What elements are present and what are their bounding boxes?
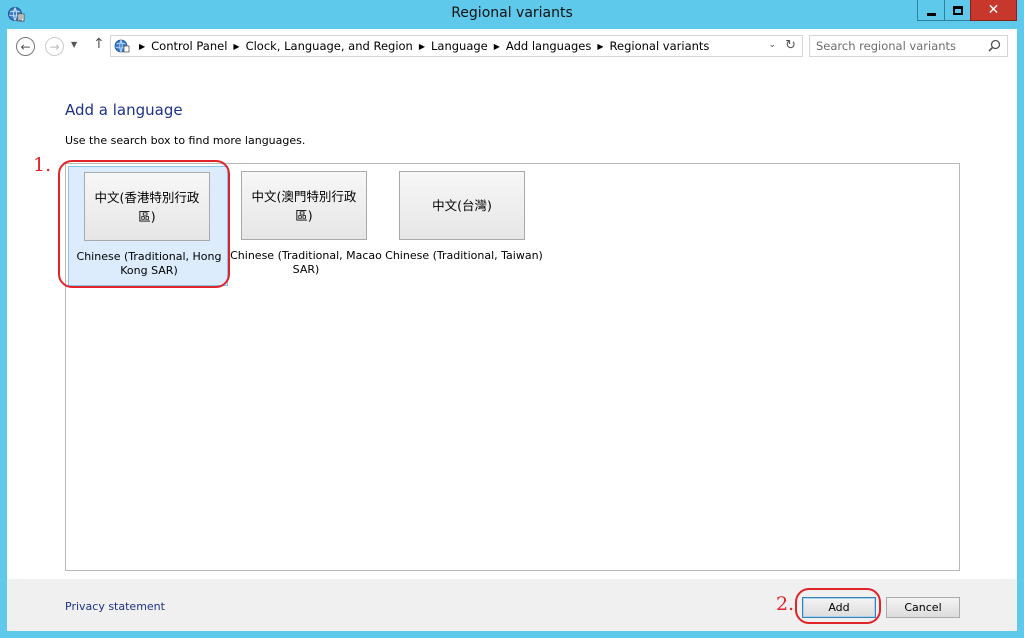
minimize-icon — [926, 12, 936, 16]
title-bar: Regional variants ✕ — [0, 0, 1024, 28]
language-english-name: Chinese (Traditional, Macao SAR) — [230, 249, 382, 276]
breadcrumb-language[interactable]: Language — [431, 39, 488, 53]
breadcrumb-separator-icon[interactable]: ▶ — [233, 42, 239, 51]
forward-arrow-icon: → — [49, 39, 60, 54]
up-button[interactable]: ↑ — [93, 36, 105, 52]
search-icon[interactable] — [988, 39, 1001, 52]
step-2-annotation: 2. — [776, 593, 795, 615]
control-panel-icon — [114, 39, 130, 53]
breadcrumb-separator-icon[interactable]: ▶ — [494, 42, 500, 51]
search-input[interactable] — [816, 39, 981, 53]
page-title: Add a language — [65, 101, 183, 119]
language-tile-macao[interactable]: 中文(澳門特別行政區) Chinese (Traditional, Macao … — [226, 166, 386, 286]
breadcrumb-separator-icon[interactable]: ▶ — [139, 42, 145, 51]
window-title: Regional variants — [451, 5, 573, 21]
language-tile-taiwan[interactable]: 中文(台灣) Chinese (Traditional, Taiwan) — [384, 166, 544, 286]
language-english-name: Chinese (Traditional, Taiwan) — [385, 249, 543, 262]
search-box[interactable] — [809, 35, 1008, 57]
up-arrow-icon: ↑ — [93, 36, 105, 52]
breadcrumb-clock-language-region[interactable]: Clock, Language, and Region — [246, 39, 413, 53]
step-2-highlight-ring — [795, 588, 881, 624]
breadcrumb-control-panel[interactable]: Control Panel — [151, 39, 227, 53]
maximize-button[interactable] — [944, 0, 971, 21]
navigation-bar: ← → ▼ ↑ ▶ Control Panel ▶ Clock, Languag… — [7, 29, 1017, 63]
recent-locations-dropdown[interactable]: ▼ — [71, 40, 77, 49]
breadcrumb: ▶ Control Panel ▶ Clock, Language, and R… — [133, 39, 709, 53]
breadcrumb-regional-variants[interactable]: Regional variants — [610, 39, 710, 53]
language-native-name: 中文(台灣) — [399, 171, 525, 240]
breadcrumb-separator-icon[interactable]: ▶ — [419, 42, 425, 51]
forward-button[interactable]: → — [45, 37, 64, 56]
privacy-statement-link[interactable]: Privacy statement — [65, 600, 165, 613]
minimize-button[interactable] — [917, 0, 945, 21]
chevron-down-icon: ▼ — [71, 40, 78, 49]
address-bar[interactable]: ▶ Control Panel ▶ Clock, Language, and R… — [110, 35, 803, 57]
back-arrow-icon: ← — [20, 39, 31, 54]
cancel-button[interactable]: Cancel — [886, 597, 960, 618]
instruction-text: Use the search box to find more language… — [65, 134, 306, 147]
breadcrumb-separator-icon[interactable]: ▶ — [597, 42, 603, 51]
window-content: ← → ▼ ↑ ▶ Control Panel ▶ Clock, Languag… — [7, 29, 1017, 631]
back-button[interactable]: ← — [16, 37, 35, 56]
window: Regional variants ✕ ← → ▼ ↑ ▶ Control Pa… — [0, 0, 1024, 638]
maximize-icon — [952, 5, 963, 15]
close-icon: ✕ — [987, 2, 1000, 18]
step-1-highlight-ring — [58, 160, 230, 288]
refresh-icon[interactable]: ↻ — [785, 38, 796, 53]
breadcrumb-add-languages[interactable]: Add languages — [506, 39, 591, 53]
language-native-name: 中文(澳門特別行政區) — [241, 171, 367, 240]
address-history-chevron-icon[interactable]: ⌄ — [768, 40, 776, 50]
step-1-annotation: 1. — [33, 154, 52, 176]
close-button[interactable]: ✕ — [970, 0, 1017, 21]
